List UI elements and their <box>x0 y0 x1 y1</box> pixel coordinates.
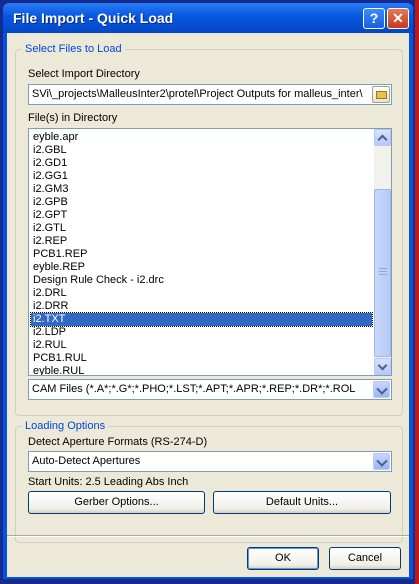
file-list-item[interactable]: eyble.REP <box>31 261 372 274</box>
chevron-down-icon[interactable] <box>373 453 390 470</box>
file-list-scrollbar[interactable] <box>374 129 391 375</box>
file-list-item[interactable]: PCB1.REP <box>31 248 372 261</box>
cancel-button[interactable]: Cancel <box>329 547 401 570</box>
file-type-filter[interactable]: CAM Files (*.A*;*.G*;*.PHO;*.LST;*.APT;*… <box>28 379 392 400</box>
ok-button[interactable]: OK <box>247 547 319 570</box>
file-list-item[interactable]: i2.LDP <box>31 326 372 339</box>
import-directory-value: SVi\_projects\MalleusInter2\protel\Proje… <box>32 88 363 100</box>
scroll-up-button[interactable] <box>374 129 391 146</box>
file-list-item[interactable]: i2.DRL <box>31 287 372 300</box>
thumb-grip <box>379 271 387 272</box>
file-list-item[interactable]: i2.TXT <box>30 312 373 327</box>
file-list-item[interactable]: i2.RUL <box>31 339 372 352</box>
aperture-formats-label: Detect Aperture Formats (RS-274-D) <box>28 436 208 448</box>
chevron-down-icon[interactable] <box>373 381 390 398</box>
start-units-text: Start Units: 2.5 Leading Abs Inch <box>28 476 189 488</box>
file-list-item[interactable]: i2.GD1 <box>31 157 372 170</box>
file-list-item[interactable]: i2.GBL <box>31 144 372 157</box>
file-list-item[interactable]: eyble.RUL <box>31 365 372 375</box>
file-list[interactable]: eyble.RUL PCB1.RUL i2.RUL i2.LDP i2.TXT i2.DR… <box>28 128 392 376</box>
file-import-dialog: File Import - Quick Load ? ✕ Select File… <box>2 2 414 580</box>
file-list-item[interactable]: i2.GM3 <box>31 183 372 196</box>
folder-icon <box>376 91 387 99</box>
gerber-options-button[interactable]: Gerber Options... <box>28 491 205 514</box>
default-units-button[interactable]: Default Units... <box>213 491 391 514</box>
file-list-item[interactable]: i2.GG1 <box>31 170 372 183</box>
thumb-grip <box>379 268 387 269</box>
close-icon[interactable]: ✕ <box>387 8 409 29</box>
file-list-item[interactable]: i2.GTL <box>31 222 372 235</box>
file-list-item[interactable]: i2.GPT <box>31 209 372 222</box>
file-list-item[interactable]: eyble.apr <box>31 131 372 144</box>
import-directory-label: Select Import Directory <box>28 68 140 80</box>
file-list-item[interactable]: i2.REP <box>31 235 372 248</box>
thumb-grip <box>379 274 387 275</box>
aperture-format-value: Auto-Detect Apertures <box>32 455 141 467</box>
window-title: File Import - Quick Load <box>13 10 174 26</box>
browse-folder-button[interactable] <box>372 86 390 103</box>
background-strip <box>415 0 419 584</box>
file-type-filter-value: CAM Files (*.A*;*.G*;*.PHO;*.LST;*.APT;*… <box>32 383 356 395</box>
file-list-item[interactable]: i2.DRR <box>31 300 372 313</box>
file-list-item[interactable]: i2.GPB <box>31 196 372 209</box>
file-list-item[interactable]: PCB1.RUL <box>31 352 372 365</box>
import-directory-field[interactable]: SVi\_projects\MalleusInter2\protel\Proje… <box>28 84 392 105</box>
footer-separator <box>7 535 409 537</box>
dialog-body: Select Files to Load Select Import Direc… <box>7 33 409 577</box>
help-icon[interactable]: ? <box>363 8 385 29</box>
files-in-directory-label: File(s) in Directory <box>28 112 118 124</box>
file-list-item[interactable]: Design Rule Check - i2.drc <box>31 274 372 287</box>
aperture-format-select[interactable]: Auto-Detect Apertures <box>28 451 392 472</box>
scroll-thumb[interactable] <box>374 189 391 357</box>
title-bar[interactable]: File Import - Quick Load ? ✕ <box>3 3 413 33</box>
select-files-legend: Select Files to Load <box>22 43 125 55</box>
loading-options-legend: Loading Options <box>22 420 109 432</box>
scroll-down-button[interactable] <box>374 358 391 375</box>
